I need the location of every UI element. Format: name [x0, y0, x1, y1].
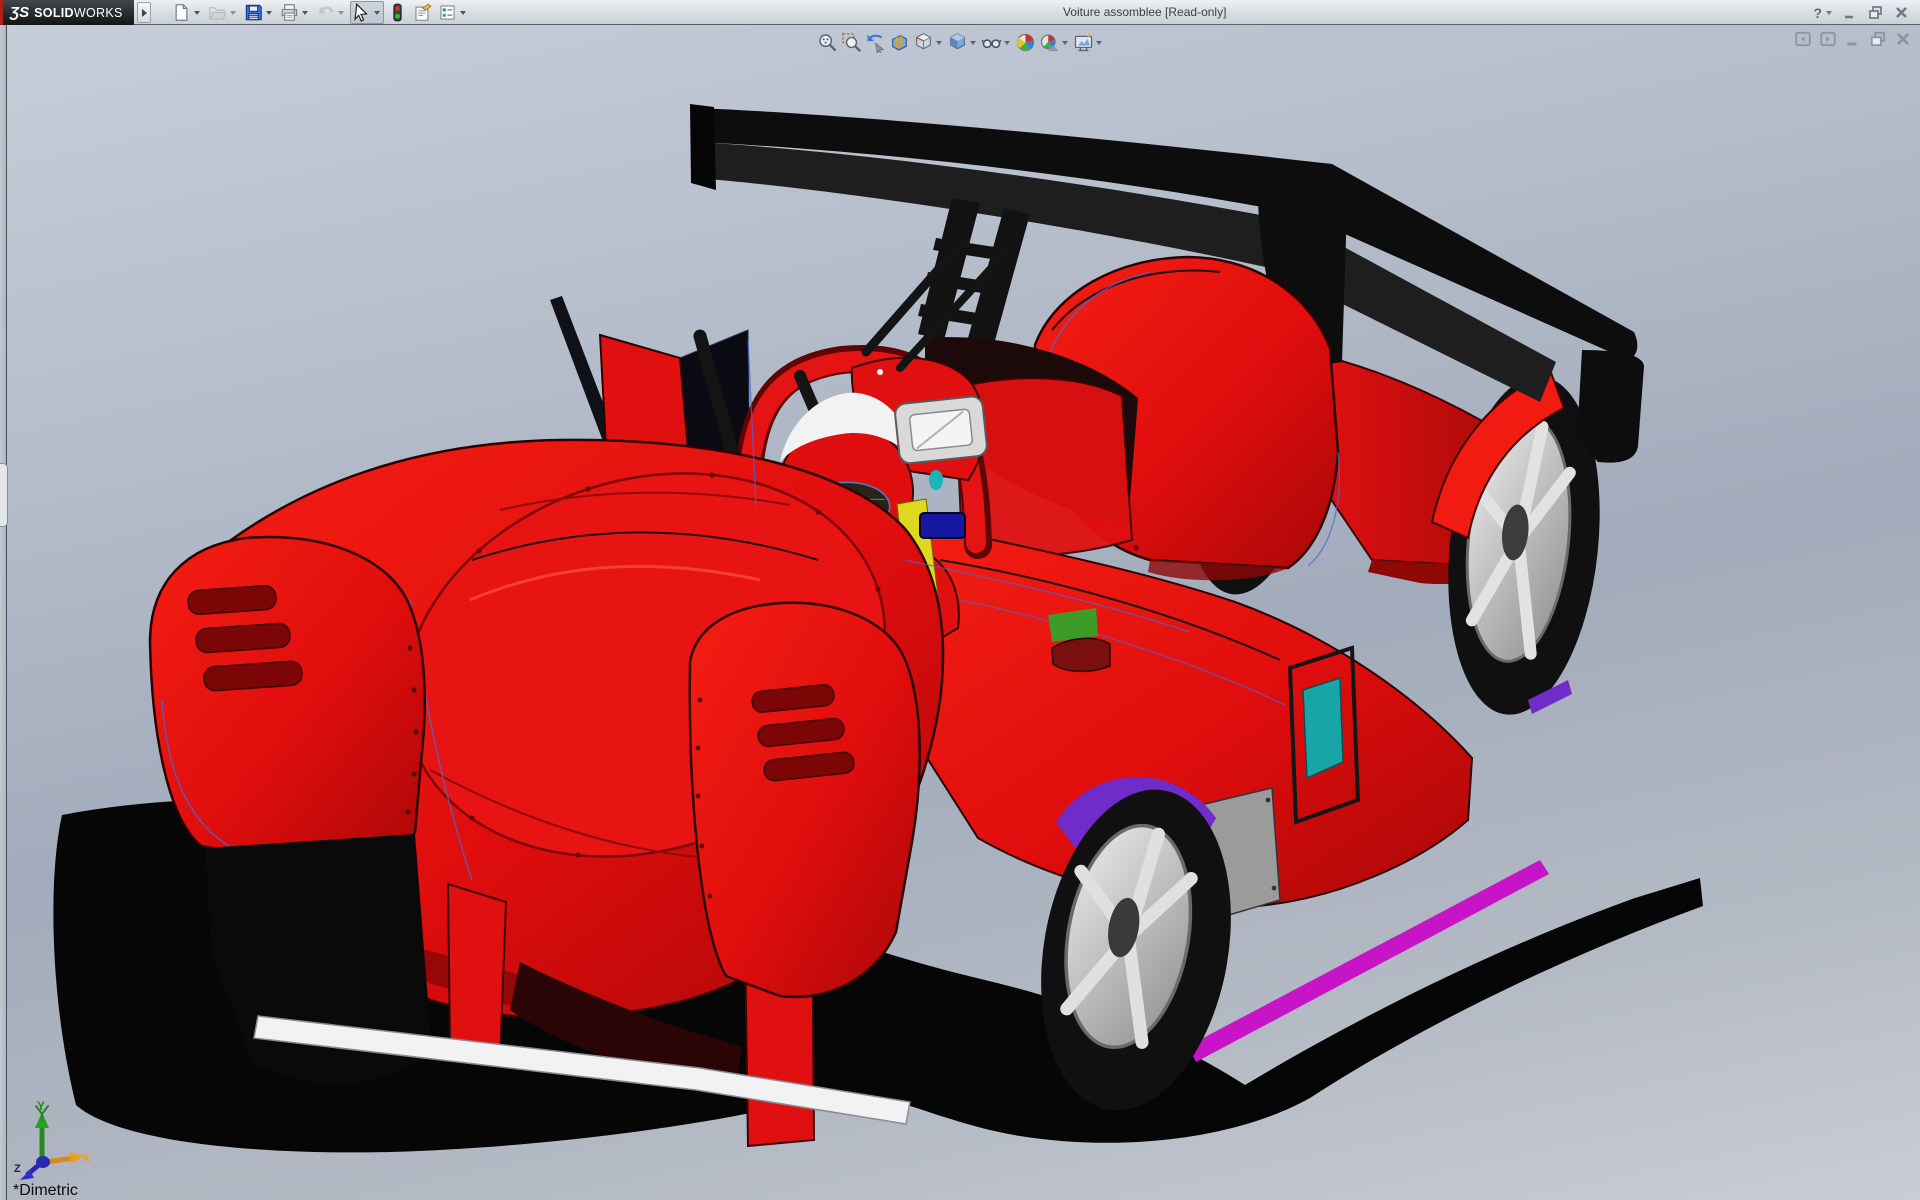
open-button[interactable]	[206, 1, 240, 24]
window-title: Voiture assomblee [Read-only]	[1063, 5, 1226, 19]
options-button[interactable]	[436, 1, 470, 24]
view-orientation-icon	[913, 32, 934, 53]
window-close-button[interactable]	[1893, 4, 1910, 21]
title-bar: ƷS SOLIDWORKS	[0, 0, 1920, 25]
doc-restore-icon	[1869, 35, 1887, 52]
menu-flyout-button[interactable]	[137, 2, 151, 23]
belt-buckle	[920, 513, 965, 538]
display-style-icon	[947, 32, 968, 53]
main-toolbar	[170, 0, 472, 25]
rebuild-icon	[388, 3, 407, 22]
dropdown-arrow-icon[interactable]	[371, 3, 382, 22]
collapse-left-icon	[1794, 35, 1812, 52]
side-mirror	[1052, 638, 1110, 671]
collapse-right-button[interactable]	[1819, 30, 1837, 48]
new-document-icon	[172, 3, 191, 22]
document-window-controls	[1794, 30, 1912, 48]
collapse-left-button[interactable]	[1794, 30, 1812, 48]
dropdown-arrow-icon[interactable]	[934, 41, 944, 45]
dropdown-arrow-icon[interactable]	[191, 3, 202, 22]
new-document-button[interactable]	[170, 1, 204, 24]
previous-view-icon	[865, 32, 886, 53]
display-style-button[interactable]	[946, 31, 979, 54]
window-restore-button[interactable]	[1867, 4, 1884, 21]
zoom-to-area-button[interactable]	[840, 31, 863, 54]
help-dropdown-icon[interactable]	[1826, 11, 1832, 15]
window-minimize-button[interactable]	[1841, 4, 1858, 21]
triad-y-label: Y	[37, 1100, 45, 1113]
select-icon	[352, 3, 371, 22]
previous-view-button[interactable]	[864, 31, 887, 54]
select-button[interactable]	[350, 1, 384, 24]
collapse-right-icon	[1819, 35, 1837, 52]
dropdown-arrow-icon[interactable]	[968, 41, 978, 45]
view-settings-icon	[1073, 32, 1094, 53]
print-button[interactable]	[278, 1, 312, 24]
view-orientation-label: *Dimetric	[13, 1182, 78, 1200]
rear-view-mirror	[894, 395, 988, 464]
zoom-to-fit-button[interactable]	[816, 31, 839, 54]
dropdown-arrow-icon[interactable]	[227, 3, 238, 22]
doc-minimize-icon	[1844, 35, 1862, 52]
rebuild-button[interactable]	[386, 1, 409, 24]
view-orientation-button[interactable]	[912, 31, 945, 54]
dropdown-arrow-icon[interactable]	[263, 3, 274, 22]
headsup-view-toolbar	[812, 29, 1109, 56]
file-properties-icon	[413, 3, 432, 22]
save-button[interactable]	[242, 1, 276, 24]
feature-panel-expand-tab[interactable]	[0, 463, 8, 527]
save-icon	[244, 3, 263, 22]
window-controls: ?	[1813, 0, 1910, 25]
graphics-viewport[interactable]: X Y Z *Dimetric	[0, 25, 1920, 1200]
apply-scene-button[interactable]	[1038, 31, 1071, 54]
hide-show-items-icon	[981, 32, 1002, 53]
triad-x-label: X	[82, 1151, 90, 1165]
view-settings-button[interactable]	[1072, 31, 1105, 54]
dropdown-arrow-icon[interactable]	[1060, 41, 1070, 45]
doc-minimize-button[interactable]	[1844, 30, 1862, 48]
undo-icon	[316, 3, 335, 22]
section-view-button[interactable]	[888, 31, 911, 54]
doc-close-button[interactable]	[1894, 30, 1912, 48]
door-window	[1303, 678, 1343, 778]
hide-show-items-button[interactable]	[980, 31, 1013, 54]
edit-appearance-icon	[1015, 32, 1036, 53]
feature-panel-edge[interactable]	[0, 25, 7, 1200]
doc-restore-button[interactable]	[1869, 30, 1887, 48]
zoom-to-fit-icon	[817, 32, 838, 53]
dropdown-arrow-icon[interactable]	[335, 3, 346, 22]
edit-appearance-button[interactable]	[1014, 31, 1037, 54]
dropdown-arrow-icon[interactable]	[1002, 41, 1012, 45]
dropdown-arrow-icon[interactable]	[299, 3, 310, 22]
print-icon	[280, 3, 299, 22]
car-3d-model	[0, 25, 1920, 1200]
orientation-triad: X Y Z	[12, 1100, 92, 1184]
zoom-to-area-icon	[841, 32, 862, 53]
solidworks-logo: ƷS SOLIDWORKS	[0, 0, 134, 25]
triad-z-label: Z	[14, 1163, 21, 1175]
help-button[interactable]: ?	[1813, 5, 1832, 21]
doc-close-icon	[1894, 35, 1912, 52]
solidworks-brand-text: SOLIDWORKS	[34, 6, 122, 20]
file-properties-button[interactable]	[411, 1, 434, 24]
help-icon: ?	[1813, 5, 1822, 21]
flyout-arrow-icon	[142, 9, 147, 17]
dropdown-arrow-icon[interactable]	[457, 3, 468, 22]
options-icon	[438, 3, 457, 22]
undo-button[interactable]	[314, 1, 348, 24]
open-icon	[208, 3, 227, 22]
section-view-icon	[889, 32, 910, 53]
front-right-fender	[690, 603, 920, 997]
apply-scene-icon	[1039, 32, 1060, 53]
wing-endplate	[1577, 350, 1644, 463]
dropdown-arrow-icon[interactable]	[1094, 41, 1104, 45]
solidworks-logo-mark-icon: ƷS	[10, 4, 29, 21]
